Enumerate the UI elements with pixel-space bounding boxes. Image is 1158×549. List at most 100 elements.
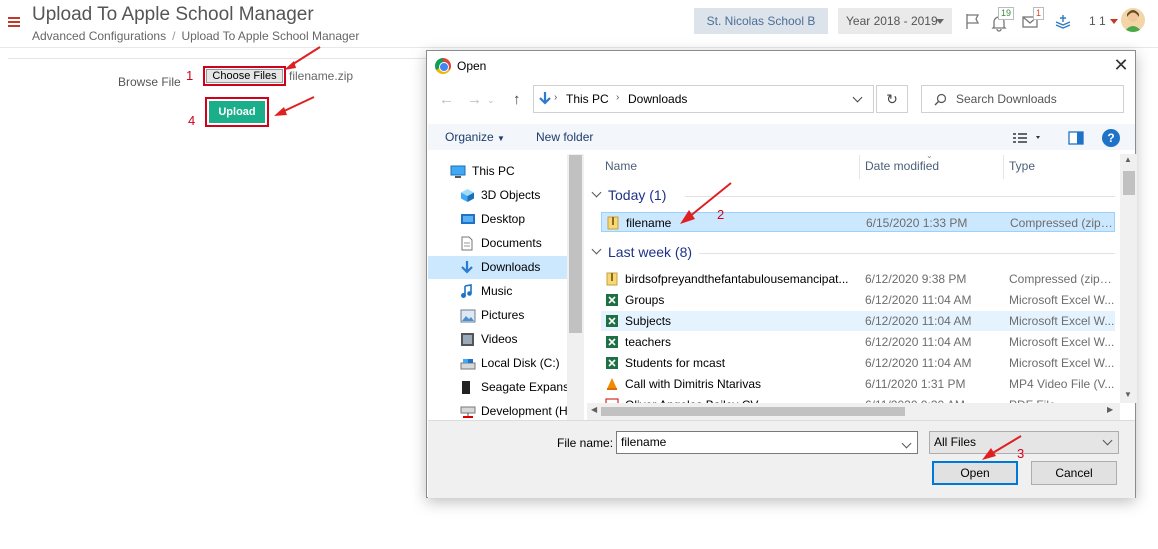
group-divider (699, 253, 1115, 254)
address-bar[interactable]: › This PC › Downloads (533, 85, 874, 113)
close-icon[interactable]: ✕ (1111, 55, 1131, 76)
choose-files-button[interactable]: Choose Files (203, 66, 286, 86)
preview-pane-icon[interactable] (1068, 131, 1084, 145)
download-icon (539, 92, 551, 105)
tree-item[interactable]: Music (428, 280, 568, 303)
search-placeholder: Search Downloads (956, 92, 1057, 106)
chevron-down-icon[interactable] (852, 92, 863, 103)
group-collapse-chevron-icon[interactable] (591, 244, 602, 255)
file-name: Groups (625, 293, 665, 307)
file-row[interactable]: teachers 6/12/2020 11:04 AM Microsoft Exce… (601, 332, 1115, 352)
help-icon[interactable]: ? (1102, 129, 1120, 147)
divider (8, 58, 428, 59)
tree-item[interactable]: 3D Objects (428, 184, 568, 207)
file-row[interactable]: Groups 6/12/2020 11:04 AM Microsoft Excel … (601, 290, 1115, 310)
tree-item-label: Desktop (481, 212, 526, 226)
tree-item-label: Local Disk (C:) (481, 356, 560, 370)
organize-label: Organize (445, 130, 494, 144)
organize-button[interactable]: Organize ▼ (445, 130, 505, 144)
file-type: Microsoft Excel W... (1009, 314, 1115, 328)
upload-button[interactable]: Upload (205, 97, 269, 127)
tree-scroll-thumb[interactable] (569, 155, 582, 333)
chevron-down-icon (936, 19, 944, 24)
school-selector-button[interactable]: St. Nicolas School B (694, 8, 828, 34)
up-arrow-icon[interactable]: ↑ (513, 91, 521, 108)
tree-item-label: This PC (472, 164, 515, 178)
file-type: Compressed (zipp... (1010, 216, 1116, 230)
tree-item[interactable]: Seagate Expansic (428, 376, 568, 399)
column-divider[interactable] (859, 155, 860, 179)
layers-icon[interactable] (1054, 13, 1072, 31)
open-button[interactable]: Open (932, 461, 1018, 485)
tree-item[interactable]: Downloads (428, 256, 568, 279)
file-type: MP4 Video File (V... (1009, 377, 1115, 391)
forward-arrow-icon[interactable]: → (467, 91, 482, 108)
annotation-arrow (680, 182, 732, 224)
file-name-input[interactable]: filename (616, 431, 918, 454)
scroll-up-icon[interactable]: ▲ (1124, 155, 1132, 164)
dialog-title: Open (457, 59, 487, 73)
chevron-right-icon: › (554, 92, 558, 103)
file-name: Call with Dimitris Ntarivas (625, 377, 762, 391)
file-date: 6/12/2020 11:04 AM (865, 335, 972, 349)
picture-icon (460, 308, 476, 323)
zip-icon (606, 216, 620, 230)
tree-item-label: 3D Objects (481, 188, 541, 202)
tree-item[interactable]: Videos (428, 328, 568, 351)
avatar[interactable] (1121, 8, 1145, 32)
group-header[interactable]: Last week (8) (608, 244, 692, 260)
scroll-left-icon[interactable]: ◀ (591, 405, 597, 414)
view-options-icon[interactable] (1012, 131, 1042, 145)
column-header-date[interactable]: Date modified (865, 159, 939, 173)
file-row[interactable]: Call with Dimitris Ntarivas 6/11/2020 1:3… (601, 374, 1115, 394)
file-row[interactable]: Students for mcast 6/12/2020 11:04 AM Micr… (601, 353, 1115, 373)
music-icon (460, 284, 475, 299)
year-select-value: Year 2018 - 2019 (846, 14, 938, 28)
address-segment[interactable]: Downloads (628, 92, 687, 106)
video-icon (460, 332, 475, 347)
horizontal-scroll-thumb[interactable] (601, 407, 905, 416)
recent-chevron-icon[interactable]: ⌄ (487, 95, 495, 106)
file-type: Microsoft Excel W... (1009, 356, 1115, 370)
new-folder-button[interactable]: New folder (536, 130, 593, 144)
tree-item[interactable]: Development (H (428, 400, 568, 420)
hamburger-menu-icon[interactable] (8, 17, 20, 29)
tree-item[interactable]: Local Disk (C:) (428, 352, 568, 375)
navigation-tree: This PC 3D Objects Desktop Documents Downloa… (428, 154, 586, 420)
file-name: Students for mcast (625, 356, 726, 370)
refresh-button[interactable]: ↻ (876, 85, 908, 113)
tree-item[interactable]: This PC (428, 160, 568, 183)
breadcrumb-item[interactable]: Advanced Configurations (32, 29, 166, 43)
file-row[interactable]: Subjects 6/12/2020 11:04 AM Microsoft Exce… (601, 311, 1115, 331)
back-arrow-icon[interactable]: ← (439, 91, 454, 108)
file-row[interactable]: birdsofpreyandthefantabulousemancipat...… (601, 269, 1115, 289)
file-type: Microsoft Excel W... (1009, 335, 1115, 349)
column-divider[interactable] (1003, 155, 1004, 179)
group-header[interactable]: Today (1) (608, 187, 666, 203)
flag-icon[interactable] (964, 12, 982, 30)
annotation-arrow (982, 435, 1022, 460)
scroll-right-icon[interactable]: ▶ (1107, 405, 1113, 414)
chevron-down-icon[interactable] (1110, 19, 1118, 24)
column-header-type[interactable]: Type (1009, 159, 1035, 173)
group-collapse-chevron-icon[interactable] (591, 187, 602, 198)
year-select[interactable]: Year 2018 - 2019 (838, 8, 952, 34)
tree-item-label: Development (H (481, 404, 568, 418)
file-date: 6/12/2020 11:04 AM (865, 314, 972, 328)
chrome-icon (435, 58, 451, 74)
tree-item[interactable]: Desktop (428, 208, 568, 231)
address-segment[interactable]: This PC (566, 92, 609, 106)
notification-badge: 19 (998, 7, 1015, 20)
mail-badge: 1 (1033, 7, 1045, 20)
page-title: Upload To Apple School Manager (32, 4, 314, 25)
file-name: teachers (625, 335, 672, 349)
scroll-down-icon[interactable]: ▼ (1124, 390, 1132, 399)
column-header-name[interactable]: Name (605, 159, 637, 173)
user-count[interactable]: 1 1 (1089, 14, 1106, 28)
cancel-button[interactable]: Cancel (1031, 461, 1117, 485)
tree-item[interactable]: Pictures (428, 304, 568, 327)
search-input[interactable]: Search Downloads (921, 85, 1124, 113)
desktop-icon (460, 212, 475, 227)
file-list-scroll-thumb[interactable] (1123, 171, 1135, 195)
tree-item[interactable]: Documents (428, 232, 568, 255)
